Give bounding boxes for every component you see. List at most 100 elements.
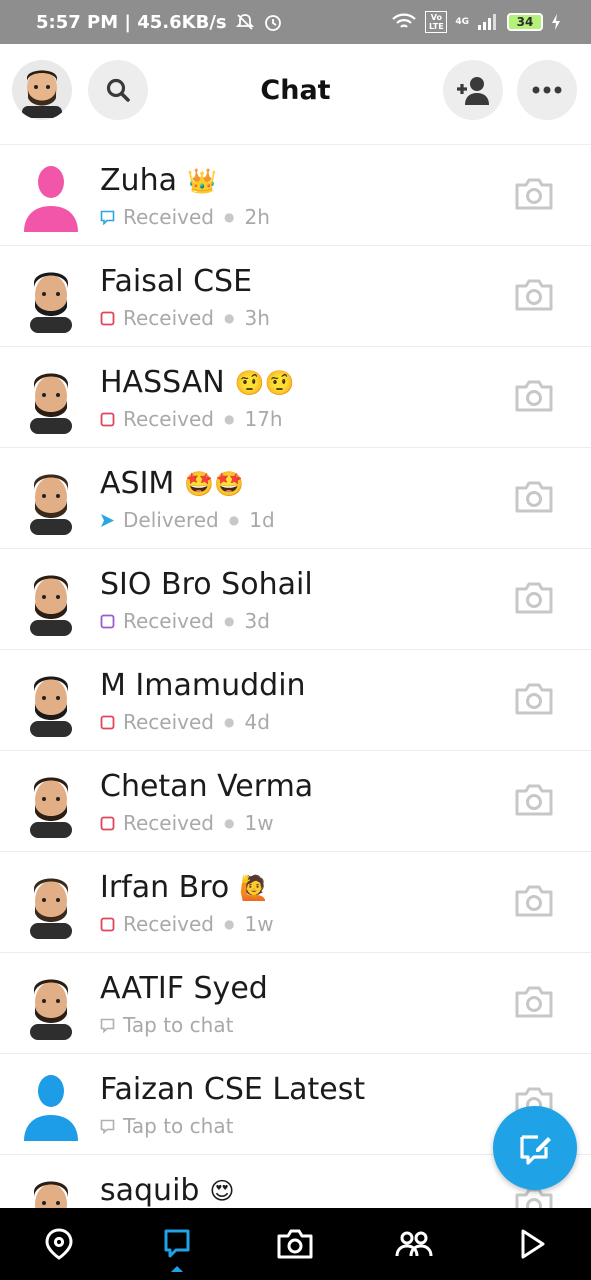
status-text: Received	[123, 205, 214, 229]
chat-name: AATIF Syed	[100, 971, 268, 1006]
timestamp: 1d	[249, 508, 275, 532]
friend-emoji: 👑	[186, 166, 217, 195]
nav-discover[interactable]	[502, 1214, 562, 1274]
avatar	[30, 878, 72, 939]
status-bar: 5:57 PM | 45.6KB/s Vo LTE 4G 34	[0, 0, 591, 44]
timestamp: 1w	[244, 811, 274, 835]
chat-status: Tap to chat	[100, 1114, 233, 1138]
status-text: Tap to chat	[123, 1114, 234, 1138]
volte-badge: Vo LTE	[425, 11, 448, 33]
contact-name: Irfan Bro	[100, 870, 230, 905]
chat-row[interactable]: M Imamuddin Received ● 4d	[0, 650, 591, 751]
avatar	[22, 70, 62, 118]
avatar	[30, 474, 72, 535]
search-button[interactable]	[88, 60, 148, 120]
separator-dot: ●	[224, 311, 235, 325]
chat-icon	[164, 1229, 190, 1258]
status-time: 5:57 PM | 45.6KB/s	[36, 11, 227, 33]
more-options-button[interactable]	[517, 60, 577, 120]
camera-reply-button[interactable]	[514, 479, 554, 515]
camera-reply-button[interactable]	[514, 984, 554, 1020]
chat-name: SIO Bro Sohail	[100, 567, 313, 602]
camera-reply-button[interactable]	[514, 176, 554, 212]
contact-name: HASSAN	[100, 365, 225, 400]
avatar	[24, 1075, 78, 1141]
square-outline-icon	[100, 715, 115, 729]
more-dots-icon	[532, 86, 562, 94]
chat-name: ASIM 🤩🤩	[100, 466, 244, 501]
chat-bubble-outline-icon	[100, 1018, 115, 1033]
chat-status: Received ● 4d	[100, 710, 270, 734]
map-pin-icon	[45, 1228, 73, 1260]
chat-row[interactable]: SIO Bro Sohail Received ● 3d	[0, 549, 591, 650]
active-tab-indicator	[171, 1266, 184, 1272]
chat-status: Received ● 3h	[100, 306, 270, 330]
add-friend-button[interactable]	[443, 60, 503, 120]
separator-dot: ●	[228, 513, 240, 527]
new-chat-button[interactable]	[493, 1106, 577, 1190]
profile-avatar-button[interactable]	[12, 60, 72, 120]
network-type: 4G	[455, 17, 469, 27]
timestamp: 3h	[244, 306, 270, 330]
square-outline-icon	[100, 816, 115, 830]
chat-row[interactable]: HASSAN 🤨🤨 Received ● 17h	[0, 347, 591, 448]
app-header: Chat	[0, 44, 591, 136]
wifi-icon	[392, 13, 417, 28]
chat-row[interactable]: Chetan Verma Received ● 1w	[0, 751, 591, 852]
battery-indicator: 34	[507, 13, 543, 31]
camera-reply-button[interactable]	[514, 782, 554, 818]
avatar	[30, 272, 72, 333]
camera-reply-button[interactable]	[514, 378, 554, 414]
timestamp: 4d	[244, 710, 270, 734]
chat-status: Received ● 1w	[100, 912, 274, 936]
chat-status: Received ● 2h	[100, 205, 270, 229]
nav-chat[interactable]	[147, 1214, 207, 1274]
page-title: Chat	[260, 74, 331, 106]
contact-name: Zuha	[100, 163, 177, 198]
camera-reply-button[interactable]	[514, 580, 554, 616]
contact-name: Chetan Verma	[100, 769, 314, 804]
chat-name: Irfan Bro 🙋	[100, 870, 269, 905]
chat-row[interactable]: Faisal CSE Received ● 3h	[0, 246, 591, 347]
compose-chat-icon	[520, 1135, 551, 1165]
chat-bubble-outline-icon	[100, 1119, 115, 1134]
friend-emoji: 🤩🤩	[184, 469, 245, 498]
status-text: Delivered	[123, 508, 219, 532]
contact-name: Faizan CSE Latest	[100, 1072, 366, 1107]
camera-reply-button[interactable]	[514, 681, 554, 717]
chat-name: Faisal CSE	[100, 264, 252, 299]
chat-row[interactable]: ASIM 🤩🤩 Delivered ● 1d	[0, 448, 591, 549]
nav-camera[interactable]	[265, 1214, 325, 1274]
separator-dot: ●	[224, 715, 235, 729]
bottom-navigation	[0, 1208, 591, 1280]
play-icon	[521, 1229, 545, 1259]
chat-row[interactable]: AATIF Syed Tap to chat	[0, 953, 591, 1054]
friend-emoji: 🤨🤨	[234, 368, 295, 397]
timestamp: 1w	[244, 912, 274, 936]
camera-icon	[277, 1229, 313, 1259]
separator-dot: ●	[224, 816, 235, 830]
contact-name: SIO Bro Sohail	[100, 567, 313, 602]
contact-name: M Imamuddin	[100, 668, 306, 703]
chat-name: Chetan Verma	[100, 769, 313, 804]
chat-row[interactable]: Zuha 👑 Received ● 2h	[0, 145, 591, 246]
separator-dot: ●	[224, 412, 235, 426]
status-text: Received	[123, 609, 214, 633]
chat-list: Zuha 👑 Received ● 2h Faisal CSE Received ● 3h HAS…	[0, 144, 591, 1208]
status-text: Tap to chat	[123, 1013, 234, 1037]
camera-reply-button[interactable]	[514, 277, 554, 313]
nav-map[interactable]	[29, 1214, 89, 1274]
square-outline-icon	[100, 917, 115, 931]
avatar	[30, 373, 72, 434]
chat-status: Received ● 1w	[100, 811, 274, 835]
avatar	[30, 777, 72, 838]
camera-reply-button[interactable]	[514, 883, 554, 919]
friend-emoji: 😍	[209, 1176, 235, 1205]
separator-dot: ●	[224, 917, 235, 931]
timestamp: 2h	[244, 205, 270, 229]
separator-dot: ●	[224, 210, 235, 224]
nav-friends[interactable]	[384, 1214, 444, 1274]
chat-status: Tap to chat	[100, 1013, 233, 1037]
chat-row[interactable]: Irfan Bro 🙋 Received ● 1w	[0, 852, 591, 953]
search-icon	[106, 78, 130, 102]
